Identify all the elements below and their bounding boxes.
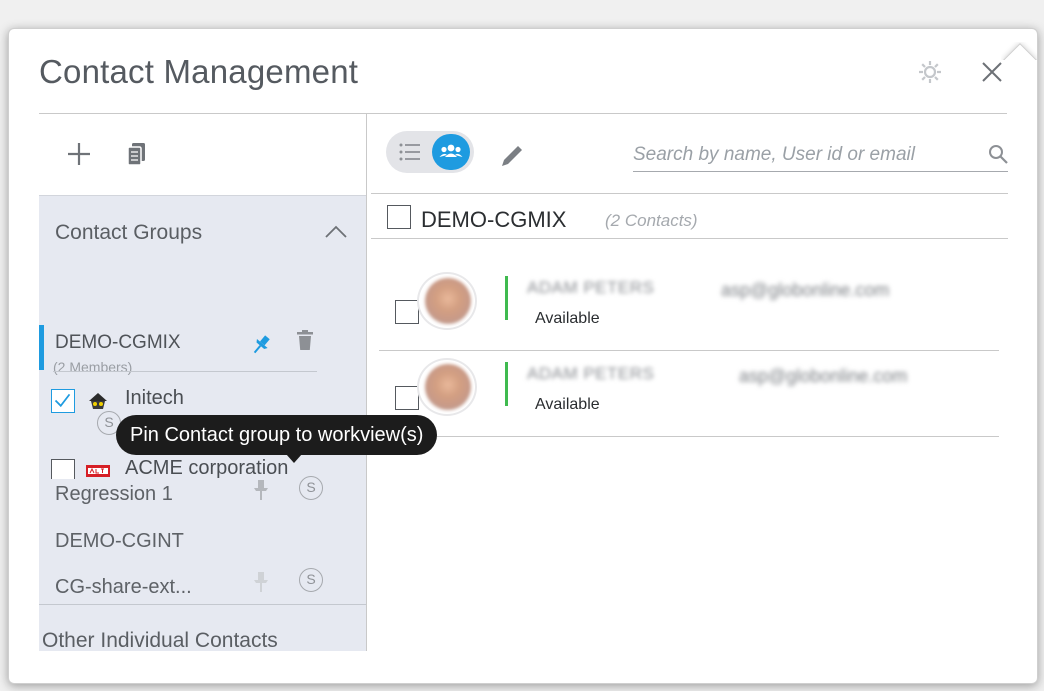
checkbox[interactable] bbox=[51, 459, 75, 479]
pin-icon[interactable] bbox=[251, 479, 271, 501]
left-pane: Contact Groups Pin Contact group to work… bbox=[39, 114, 438, 653]
group-divider bbox=[53, 371, 317, 372]
checkbox[interactable] bbox=[395, 300, 419, 324]
trash-icon[interactable] bbox=[294, 329, 316, 353]
group-view-icon[interactable] bbox=[432, 134, 470, 170]
view-toggle[interactable] bbox=[386, 131, 474, 173]
group-name: DEMO-CGMIX bbox=[55, 332, 181, 353]
popover-caret bbox=[1001, 42, 1037, 60]
other-contacts-divider bbox=[39, 604, 366, 605]
search-icon[interactable] bbox=[987, 143, 1009, 165]
group-item[interactable]: CG-share-ext... bbox=[55, 576, 192, 599]
search-input[interactable] bbox=[633, 139, 985, 171]
row-divider bbox=[379, 436, 999, 437]
selection-indicator bbox=[39, 325, 44, 370]
search-underline bbox=[633, 171, 1008, 172]
left-toolbar bbox=[39, 114, 366, 195]
shared-badge: S bbox=[299, 568, 323, 592]
dialog-title: Contact Management bbox=[39, 53, 359, 90]
list-item-label: ACME corporation bbox=[125, 457, 289, 479]
contact-name: ADAM PETERS bbox=[527, 364, 655, 383]
avatar bbox=[425, 278, 471, 324]
row-divider bbox=[379, 350, 999, 351]
contact-row[interactable]: ADAM PETERS asp@globonline.com Available bbox=[379, 358, 999, 472]
checkbox[interactable] bbox=[395, 386, 419, 410]
other-individual-contacts[interactable]: Other Individual Contacts bbox=[42, 629, 278, 653]
pencil-icon[interactable] bbox=[499, 143, 525, 169]
group-item[interactable]: DEMO-CGINT bbox=[55, 530, 184, 553]
list-view-icon[interactable] bbox=[398, 140, 422, 164]
shared-badge: S bbox=[299, 476, 323, 500]
list-item[interactable]: Initech S bbox=[51, 387, 351, 435]
avatar bbox=[425, 364, 471, 410]
copy-group-button[interactable] bbox=[123, 140, 151, 168]
checkbox-checked[interactable] bbox=[51, 389, 75, 413]
initech-logo-icon bbox=[85, 389, 111, 413]
contact-groups-heading: Contact Groups bbox=[55, 221, 203, 244]
presence-indicator bbox=[505, 276, 508, 320]
pin-icon[interactable] bbox=[251, 571, 271, 593]
pane-divider bbox=[366, 114, 367, 651]
contact-email: asp@globonline.com bbox=[721, 280, 890, 300]
contact-name: ADAM PETERS bbox=[527, 278, 655, 297]
close-icon[interactable] bbox=[979, 59, 1005, 85]
group-item[interactable]: Regression 1 bbox=[55, 483, 173, 506]
group-header-divider bbox=[371, 238, 1008, 239]
group-member-count: (2 Members) bbox=[53, 359, 133, 375]
contact-email: asp@globonline.com bbox=[739, 366, 908, 386]
plus-icon bbox=[65, 143, 93, 172]
acme-logo-icon bbox=[85, 459, 111, 479]
header-divider bbox=[371, 193, 1008, 194]
contact-status: Available bbox=[535, 396, 600, 413]
select-all-checkbox[interactable] bbox=[387, 205, 411, 229]
copy-icon bbox=[123, 143, 151, 172]
add-group-button[interactable] bbox=[65, 140, 93, 168]
gear-icon[interactable] bbox=[917, 59, 943, 85]
contact-status: Available bbox=[535, 310, 600, 327]
list-item-label: Initech bbox=[125, 387, 184, 409]
group-title: DEMO-CGMIX bbox=[421, 207, 567, 232]
contact-management-dialog: Contact Management Contact Groups Pin Co… bbox=[8, 28, 1038, 684]
chevron-up-icon[interactable] bbox=[324, 223, 348, 239]
pin-tooltip: Pin Contact group to workview(s) bbox=[116, 415, 438, 463]
pin-icon[interactable] bbox=[249, 333, 273, 357]
presence-indicator bbox=[505, 362, 508, 406]
group-contact-count: (2 Contacts) bbox=[605, 211, 698, 230]
